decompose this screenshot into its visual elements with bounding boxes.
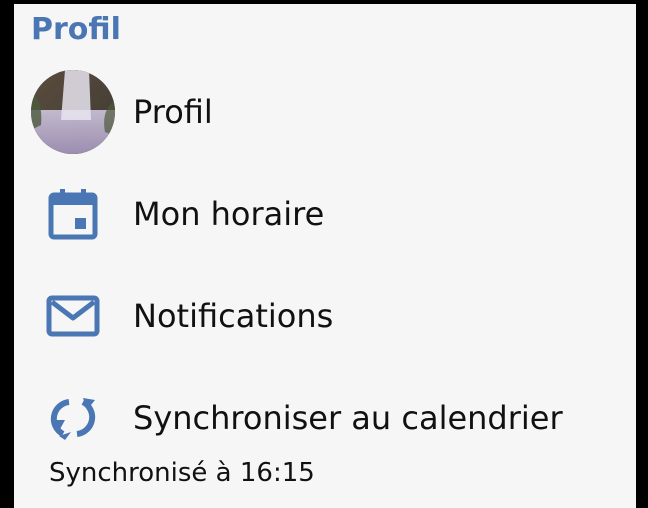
section-title: Profil [31, 12, 121, 47]
menu-item-notifications[interactable]: Notifications [14, 268, 636, 364]
mail-icon [31, 274, 115, 358]
menu-item-sync-calendar[interactable]: Synchroniser au calendrier [14, 370, 636, 466]
avatar-image [31, 70, 115, 154]
avatar [31, 70, 115, 154]
menu-item-label: Mon horaire [133, 195, 325, 233]
menu-item-label: Notifications [133, 297, 334, 335]
calendar-icon [31, 172, 115, 256]
menu-item-label: Profil [133, 93, 213, 131]
profile-menu-panel: Profil Profil Mon horaire Notifications … [14, 4, 636, 508]
sync-status-text: Synchronisé à 16:15 [49, 458, 315, 488]
sync-icon [31, 376, 115, 460]
menu-item-schedule[interactable]: Mon horaire [14, 166, 636, 262]
menu-item-profile[interactable]: Profil [14, 64, 636, 160]
menu-item-label: Synchroniser au calendrier [133, 399, 563, 437]
